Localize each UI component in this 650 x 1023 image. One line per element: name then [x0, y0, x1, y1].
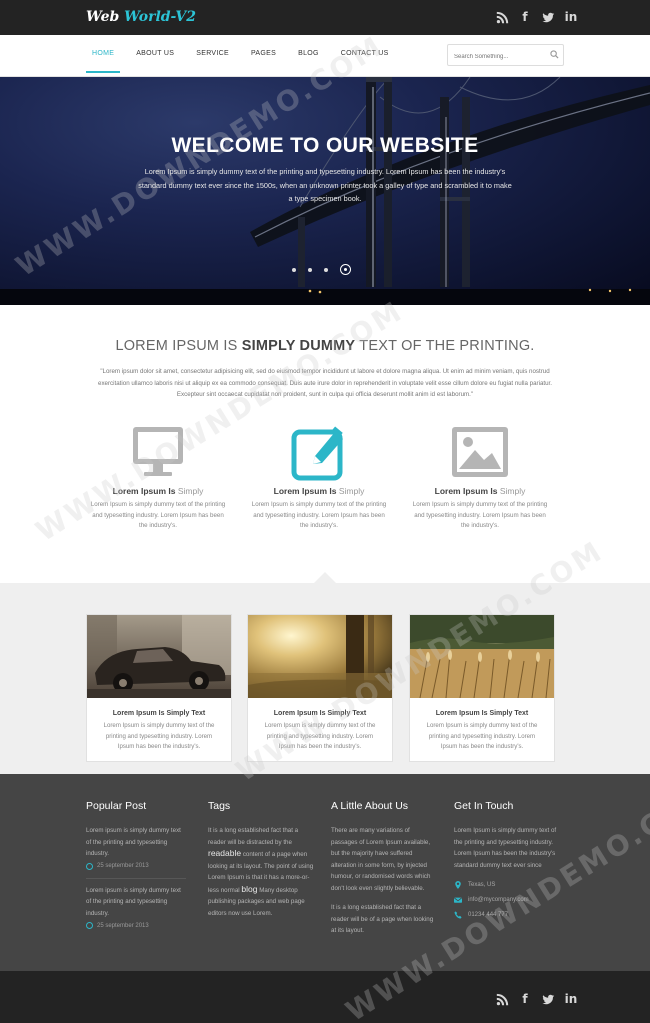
gallery-card[interactable]: Lorem Ipsum Is Simply Text Lorem Ipsum i… — [247, 614, 393, 762]
footer-popular-post: Popular Post Lorem ipsum is simply dummy… — [86, 800, 186, 929]
feature-block: Lorem Ipsum Is Simply Lorem Ipsum is sim… — [88, 426, 228, 532]
footer-tags: Tags It is a long established fact that … — [208, 800, 316, 919]
contact-phone[interactable]: 01234 444 777 — [454, 911, 564, 919]
feature-text: Lorem Ipsum is simply dummy text of the … — [251, 501, 387, 529]
footer-heading: Tags — [208, 800, 231, 812]
calendar-icon — [86, 922, 93, 929]
feature-text: Lorem Ipsum is simply dummy text of the … — [90, 501, 226, 529]
hero-title: WELCOME TO OUR WEBSITE — [171, 134, 479, 157]
intro-title: LOREM IPSUM IS SIMPLY DUMMY TEXT OF THE … — [0, 338, 650, 354]
gallery-card[interactable]: Lorem Ipsum Is Simply Text Lorem Ipsum i… — [86, 614, 232, 762]
tags-text: It is a long established fact that a rea… — [208, 827, 314, 917]
nav-pages[interactable]: PAGES — [240, 35, 287, 73]
gallery-card[interactable]: Lorem Ipsum Is Simply Text Lorem Ipsum i… — [409, 614, 555, 762]
card-text: Lorem Ipsum is simply dummy text of the … — [264, 722, 376, 750]
intro-text: "Lorem ipsum dolor sit amet, consectetur… — [98, 368, 552, 398]
footer-heading: A Little About Us — [331, 800, 409, 812]
feature-text: Lorem Ipsum is simply dummy text of the … — [412, 501, 548, 529]
search-input[interactable] — [448, 47, 543, 67]
footer-heading: Popular Post — [86, 800, 147, 812]
slider-dot-active[interactable] — [340, 264, 351, 275]
linkedin-icon[interactable]: in — [564, 10, 578, 24]
feature-title: Lorem Ipsum Is Simply — [112, 486, 204, 496]
post-text[interactable]: Lorem ipsum is simply dummy text of the … — [86, 825, 186, 860]
edit-icon — [249, 426, 389, 482]
tag-blog[interactable]: blog — [241, 884, 257, 894]
wheat-field-photo — [410, 615, 554, 698]
hero-slider: WELCOME TO OUR WEBSITE Lorem Ipsum is si… — [0, 77, 650, 305]
rss-icon[interactable] — [495, 992, 509, 1006]
nav-about-us[interactable]: ABOUT US — [125, 35, 185, 73]
contact-location: Texas, US — [454, 881, 564, 889]
footer-about: A Little About Us There are many variati… — [331, 800, 436, 937]
nav-home[interactable]: HOME — [86, 35, 121, 73]
feature-title: Lorem Ipsum Is Simply — [434, 486, 526, 496]
search-box — [447, 44, 564, 67]
intro-title-post: TEXT OF THE PRINTING. — [355, 338, 535, 354]
card-title: Lorem Ipsum Is Simply Text — [112, 710, 206, 717]
monitor-icon — [88, 426, 228, 482]
about-text: There are many variations of passages of… — [331, 827, 431, 892]
main-nav: HOME ABOUT US SERVICE PAGES BLOG CONTACT… — [86, 35, 400, 77]
card-text: Lorem Ipsum is simply dummy text of the … — [103, 722, 215, 750]
facebook-icon[interactable]: f — [518, 10, 532, 24]
about-text: It is a long established fact that a rea… — [331, 904, 434, 934]
image-icon — [410, 426, 550, 482]
hero-text: Lorem Ipsum is simply dummy text of the … — [138, 167, 512, 203]
main-navbar: HOME ABOUT US SERVICE PAGES BLOG CONTACT… — [0, 35, 650, 77]
slider-dot[interactable] — [308, 267, 312, 272]
post-text[interactable]: Lorem ipsum is simply dummy text of the … — [86, 885, 186, 920]
facebook-icon[interactable]: f — [518, 992, 532, 1006]
feature-block: Lorem Ipsum Is Simply Lorem Ipsum is sim… — [249, 426, 389, 532]
sunlit-forest-photo — [248, 615, 392, 698]
feature-block: Lorem Ipsum Is Simply Lorem Ipsum is sim… — [410, 426, 550, 532]
contact-email[interactable]: info@mycompany.com — [454, 896, 564, 904]
phone-icon — [454, 911, 462, 919]
footer-heading: Get In Touch — [454, 800, 514, 812]
twitter-icon[interactable] — [541, 992, 555, 1006]
intro-title-bold: SIMPLY DUMMY — [241, 338, 356, 354]
slider-dots — [292, 264, 351, 275]
contact-text: Lorem Ipsum is simply dummy text of the … — [454, 827, 557, 869]
header-social-links: f in — [495, 10, 578, 24]
linkedin-icon[interactable]: in — [564, 992, 578, 1006]
nav-service[interactable]: SERVICE — [185, 35, 240, 73]
rss-icon[interactable] — [495, 10, 509, 24]
nav-contact-us[interactable]: CONTACT US — [330, 35, 400, 73]
logo-prefix: Web — [86, 9, 125, 25]
card-text: Lorem Ipsum is simply dummy text of the … — [426, 722, 538, 750]
tag-readable[interactable]: readable — [208, 848, 241, 858]
feature-title: Lorem Ipsum Is Simply — [273, 486, 365, 496]
card-title: Lorem Ipsum Is Simply Text — [435, 710, 529, 717]
slider-dot[interactable] — [324, 267, 328, 272]
calendar-icon — [86, 862, 93, 870]
logo-suffix: World-V2 — [124, 9, 196, 25]
divider — [86, 877, 186, 879]
vintage-car-photo — [87, 615, 231, 698]
slider-dot[interactable] — [292, 267, 296, 272]
card-title: Lorem Ipsum Is Simply Text — [273, 710, 367, 717]
site-logo[interactable]: Web World-V2 — [86, 9, 196, 25]
section-notch — [314, 572, 336, 583]
envelope-icon — [454, 897, 462, 903]
post-date: 25 september 2013 — [86, 862, 186, 870]
search-icon[interactable] — [550, 50, 559, 59]
footer-social-links: f in — [495, 992, 578, 1006]
top-bar: Web World-V2 f in — [0, 0, 650, 35]
twitter-icon[interactable] — [541, 10, 555, 24]
footer-contact: Get In Touch Lorem Ipsum is simply dummy… — [454, 800, 564, 919]
bottom-bar: f in — [0, 971, 650, 1023]
intro-title-pre: LOREM IPSUM IS — [115, 338, 242, 354]
post-date: 25 september 2013 — [86, 922, 186, 929]
location-pin-icon — [455, 881, 461, 889]
nav-blog[interactable]: BLOG — [287, 35, 330, 73]
